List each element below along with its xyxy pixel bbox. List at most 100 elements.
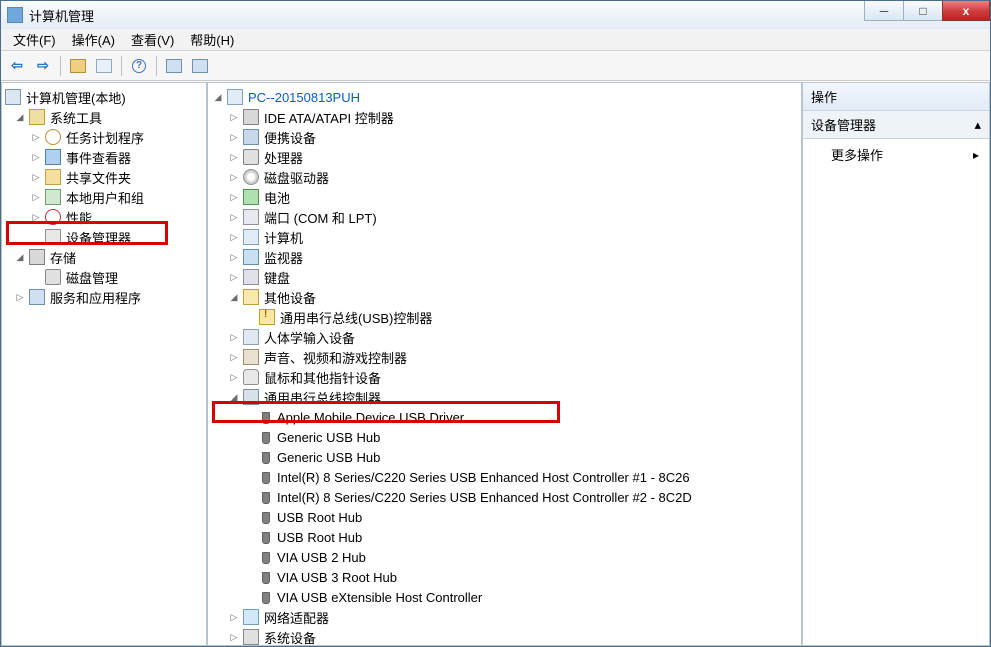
usb-plug-icon bbox=[262, 512, 270, 524]
tree-services[interactable]: ▷服务和应用程序 bbox=[4, 287, 204, 307]
minimize-button[interactable]: ─ bbox=[864, 1, 904, 21]
dev-portable[interactable]: ▷便携设备 bbox=[210, 127, 799, 147]
action-more[interactable]: 更多操作 ▸ bbox=[803, 139, 989, 170]
window-title: 计算机管理 bbox=[29, 6, 990, 25]
up-folder-button[interactable] bbox=[66, 54, 90, 78]
dev-other[interactable]: ◢其他设备 bbox=[210, 287, 799, 307]
collapse-icon[interactable]: ◢ bbox=[12, 109, 28, 125]
expand-icon[interactable]: ▷ bbox=[226, 169, 242, 185]
expand-icon[interactable]: ▷ bbox=[226, 269, 242, 285]
computer-icon bbox=[243, 229, 259, 245]
actions-context[interactable]: 设备管理器 ▴ bbox=[803, 111, 989, 139]
properties-icon bbox=[96, 59, 112, 73]
dev-other-usb[interactable]: 通用串行总线(USB)控制器 bbox=[210, 307, 799, 327]
expand-icon[interactable]: ▷ bbox=[226, 249, 242, 265]
nav-forward-button[interactable]: ⇨ bbox=[31, 54, 55, 78]
expand-icon[interactable]: ▷ bbox=[226, 109, 242, 125]
window: 计算机管理 ─ □ x 文件(F) 操作(A) 查看(V) 帮助(H) ⇦ ⇨ … bbox=[0, 0, 991, 647]
menu-file[interactable]: 文件(F) bbox=[5, 28, 64, 51]
close-button[interactable]: x bbox=[942, 1, 990, 21]
dev-keyboard[interactable]: ▷键盘 bbox=[210, 267, 799, 287]
dev-system[interactable]: ▷系统设备 bbox=[210, 627, 799, 646]
usb-root-hub-1[interactable]: USB Root Hub bbox=[210, 507, 799, 527]
expand-icon[interactable]: ▷ bbox=[226, 209, 242, 225]
expand-icon[interactable]: ▷ bbox=[226, 369, 242, 385]
left-pane: 计算机管理(本地) ◢系统工具 ▷任务计划程序 ▷事件查看器 ▷共享文件夹 ▷本… bbox=[1, 82, 207, 646]
dev-mouse[interactable]: ▷鼠标和其他指针设备 bbox=[210, 367, 799, 387]
expand-icon[interactable]: ▷ bbox=[28, 169, 44, 185]
usb-via-2[interactable]: VIA USB 2 Hub bbox=[210, 547, 799, 567]
tree-root[interactable]: 计算机管理(本地) bbox=[4, 87, 204, 107]
tree-localusers[interactable]: ▷本地用户和组 bbox=[4, 187, 204, 207]
usb-intel-2[interactable]: Intel(R) 8 Series/C220 Series USB Enhanc… bbox=[210, 487, 799, 507]
computer-icon bbox=[5, 89, 21, 105]
separator bbox=[156, 56, 157, 76]
usb-generic-hub-2[interactable]: Generic USB Hub bbox=[210, 447, 799, 467]
hid-icon bbox=[243, 329, 259, 345]
dev-computer[interactable]: ▷计算机 bbox=[210, 227, 799, 247]
expand-icon[interactable]: ▷ bbox=[226, 329, 242, 345]
other-icon bbox=[243, 289, 259, 305]
event-icon bbox=[45, 149, 61, 165]
expand-icon[interactable]: ▷ bbox=[226, 229, 242, 245]
expand-icon[interactable]: ▷ bbox=[28, 189, 44, 205]
collapse-icon[interactable]: ◢ bbox=[12, 249, 28, 265]
dev-diskdrive[interactable]: ▷磁盘驱动器 bbox=[210, 167, 799, 187]
tree-eventviewer[interactable]: ▷事件查看器 bbox=[4, 147, 204, 167]
usb-plug-icon bbox=[262, 432, 270, 444]
dev-root[interactable]: ◢PC--20150813PUH bbox=[210, 87, 799, 107]
expand-icon[interactable]: ▷ bbox=[226, 149, 242, 165]
tree-scheduler[interactable]: ▷任务计划程序 bbox=[4, 127, 204, 147]
content-area: 计算机管理(本地) ◢系统工具 ▷任务计划程序 ▷事件查看器 ▷共享文件夹 ▷本… bbox=[1, 81, 990, 646]
collapse-arrow-icon: ▴ bbox=[974, 117, 981, 133]
usb-generic-hub-1[interactable]: Generic USB Hub bbox=[210, 427, 799, 447]
dev-monitor[interactable]: ▷监视器 bbox=[210, 247, 799, 267]
usb-intel-1[interactable]: Intel(R) 8 Series/C220 Series USB Enhanc… bbox=[210, 467, 799, 487]
expand-icon[interactable]: ▷ bbox=[226, 129, 242, 145]
collapse-icon[interactable]: ◢ bbox=[210, 89, 226, 105]
expand-icon[interactable]: ▷ bbox=[28, 149, 44, 165]
shared-folder-icon bbox=[45, 169, 61, 185]
expand-icon[interactable]: ▷ bbox=[226, 189, 242, 205]
dev-ports[interactable]: ▷端口 (COM 和 LPT) bbox=[210, 207, 799, 227]
menu-help[interactable]: 帮助(H) bbox=[182, 28, 242, 51]
collapse-icon[interactable]: ◢ bbox=[226, 289, 242, 305]
nav-back-button[interactable]: ⇦ bbox=[5, 54, 29, 78]
usb-via-ext[interactable]: VIA USB eXtensible Host Controller bbox=[210, 587, 799, 607]
view-icon bbox=[192, 59, 208, 73]
dev-network[interactable]: ▷网络适配器 bbox=[210, 607, 799, 627]
expand-icon[interactable]: ▷ bbox=[226, 629, 242, 645]
actions-header: 操作 bbox=[803, 83, 989, 111]
usb-via-3[interactable]: VIA USB 3 Root Hub bbox=[210, 567, 799, 587]
dev-ide[interactable]: ▷IDE ATA/ATAPI 控制器 bbox=[210, 107, 799, 127]
menu-action[interactable]: 操作(A) bbox=[64, 28, 123, 51]
usb-root-hub-2[interactable]: USB Root Hub bbox=[210, 527, 799, 547]
expand-icon[interactable]: ▷ bbox=[226, 609, 242, 625]
view-button-2[interactable] bbox=[188, 54, 212, 78]
properties-button[interactable] bbox=[92, 54, 116, 78]
tree-diskmgmt[interactable]: ▷磁盘管理 bbox=[4, 267, 204, 287]
arrow-left-icon: ⇦ bbox=[11, 57, 23, 74]
highlight-devmgr bbox=[6, 221, 168, 245]
storage-icon bbox=[29, 249, 45, 265]
help-icon: ? bbox=[132, 59, 146, 73]
expand-icon[interactable]: ▷ bbox=[28, 129, 44, 145]
dev-hid[interactable]: ▷人体学输入设备 bbox=[210, 327, 799, 347]
disk-icon bbox=[45, 269, 61, 285]
dev-cpu[interactable]: ▷处理器 bbox=[210, 147, 799, 167]
titlebar[interactable]: 计算机管理 ─ □ x bbox=[1, 1, 990, 29]
tree-systools[interactable]: ◢系统工具 bbox=[4, 107, 204, 127]
menu-view[interactable]: 查看(V) bbox=[123, 28, 182, 51]
sound-icon bbox=[243, 349, 259, 365]
maximize-button[interactable]: □ bbox=[903, 1, 943, 21]
help-button[interactable]: ? bbox=[127, 54, 151, 78]
tree-storage[interactable]: ◢存储 bbox=[4, 247, 204, 267]
expand-icon[interactable]: ▷ bbox=[226, 349, 242, 365]
usb-plug-icon bbox=[262, 492, 270, 504]
view-button-1[interactable] bbox=[162, 54, 186, 78]
dev-sound[interactable]: ▷声音、视频和游戏控制器 bbox=[210, 347, 799, 367]
expand-icon[interactable]: ▷ bbox=[12, 289, 28, 305]
ports-icon bbox=[243, 209, 259, 225]
tree-sharedfolders[interactable]: ▷共享文件夹 bbox=[4, 167, 204, 187]
dev-battery[interactable]: ▷电池 bbox=[210, 187, 799, 207]
